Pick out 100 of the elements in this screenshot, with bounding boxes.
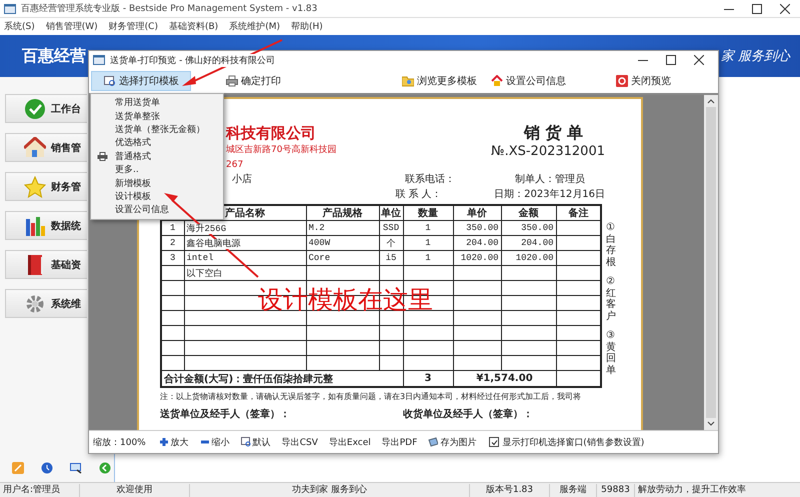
status-text: 用户名:管理员 [0,484,80,496]
menu-item[interactable]: 送货单整张 [91,109,223,123]
toolbar-button[interactable]: 缩小 [196,432,234,452]
search-icon [104,75,116,87]
status-text: 功夫到家 服务到心 [190,484,470,496]
printer-icon [97,152,108,161]
status-text: 解放劳动力，提升工作效率 [637,484,747,496]
table-cell: 以下空白 [186,268,222,278]
column-header: 产品规格 [306,205,379,220]
table-cell: intel [186,253,214,263]
window-title: 百惠经营管理系统专业版 - Bestside Pro Management System - v1.83 [21,2,318,15]
table-cell: 1 [425,253,431,263]
table-cell: 204.00 [466,238,498,248]
table-cell: 1 [170,223,176,233]
contact-label: 联 系 人： [395,188,443,200]
signature-label: 收货单位及经手人（签章）： [403,407,533,421]
menu-item[interactable]: 基础资料(B) [168,20,218,33]
toolbar-button[interactable]: 默认 [236,432,275,452]
menu-item[interactable]: 销售管理(W) [46,20,98,33]
scroll-up-icon[interactable] [707,98,715,104]
maximize-icon[interactable] [666,55,676,65]
menu-item[interactable]: 送货单（整张无金额） [91,122,223,136]
menu-item[interactable]: 更多.. [91,162,223,176]
menu-item[interactable]: 帮助(H) [290,20,323,33]
sidebar-button[interactable]: 工作台 [5,94,87,123]
back-icon[interactable] [99,462,111,474]
table-cell: SSD [382,223,400,233]
checkmark-icon [490,438,498,446]
table-cell: 1020.00 [460,253,498,263]
document-number: №.XS-202312001 [491,143,605,159]
menu-item[interactable]: 新增模板 [91,176,223,190]
menu-item[interactable]: 常用送货单 [91,96,223,110]
printer-dialog-checkbox[interactable]: 显示打印机选择窗口(销售参数设置) [489,436,644,448]
toolbar-button[interactable]: 设置公司信息 [486,71,571,91]
checkbox[interactable] [489,437,500,447]
toolbar-button[interactable]: 导出CSV [278,432,322,452]
scroll-thumb[interactable] [706,107,716,418]
table-cell: 2 [170,238,176,248]
table-cell: M.2 [308,223,325,233]
sidebar-button[interactable]: 财务管 [5,172,87,201]
table-cell: 3 [170,253,176,263]
table-cell: 204.00 [521,238,554,248]
toolbar-button[interactable]: 关闭预览 [611,71,676,91]
company-address: 城区吉新路70号高新科技园 [226,144,336,156]
company-phone: 267 [226,160,244,170]
column-header: 单价 [453,205,501,220]
close-icon[interactable] [694,55,704,65]
date-label: 日期：2023年12月16日 [494,188,605,200]
maximize-icon[interactable] [752,4,762,14]
copy-label: ②红客户 [606,276,616,322]
table-cell: 海升256G [186,224,226,234]
toolbar-button[interactable]: 导出Excel [324,432,375,452]
table-cell: Core [308,253,330,263]
column-header: 单位 [379,205,403,220]
table-cell: 1 [425,223,431,233]
scrollbar[interactable] [704,95,718,430]
scroll-down-icon[interactable] [707,421,715,427]
table-cell: 350.00 [521,223,554,233]
note-text: 注：以上货物请核对数量，请确认无误后签字，如有质量问题，请在3日内通知本司，材料经过任何形式加工后，我司将 [160,391,582,402]
menu-item[interactable]: 设计模板 [91,190,223,204]
sidebar-button[interactable]: 数据统 [5,211,87,240]
bar-chart-icon [24,214,46,236]
menu-item[interactable]: 普通格式 [91,150,223,163]
column-header: 备注 [556,205,601,220]
total-label: 合计金额(大写)：壹仟伍佰柒拾肆元整 [161,370,403,387]
table-cell: 1 [425,238,431,248]
toolbar-button[interactable]: 存为图片 [424,432,480,452]
toolbar-button[interactable]: 确定打印 [221,71,286,91]
gear-icon [24,292,46,314]
sidebar-button[interactable]: 基础资 [5,250,87,279]
checkbox-label: 显示打印机选择窗口(销售参数设置) [502,436,644,448]
toolbar-button[interactable]: 浏览更多模板 [397,71,482,91]
sidebar-button[interactable]: 销售管 [5,133,87,162]
menu-item[interactable]: 系统维护(M) [229,20,280,33]
printer-icon [226,75,238,87]
window-title: 送货单-打印预览 - 佛山好的科技有限公司 [110,54,276,66]
app-name: 百惠经营 [22,46,86,66]
template-button[interactable]: 选择打印模板 [91,71,191,91]
menu-item[interactable]: 系统(S) [4,20,35,33]
status-text: 版本号1.83 [470,484,550,496]
toolbar-button[interactable]: 导出PDF [378,432,422,452]
table-cell: 1020.00 [516,253,554,263]
copy-label: ①白存根 [606,222,616,268]
column-header: 金额 [501,205,556,220]
toolbar-button[interactable]: 放大 [154,432,193,452]
plus-icon [158,437,169,447]
menu-item[interactable]: 财务管理(C) [108,20,158,33]
company-name: 科技有限公司 [226,124,316,142]
status-text: 59883 [597,484,635,496]
menu-item[interactable]: 优选格式 [91,136,223,150]
monitor-icon[interactable] [70,462,82,474]
table-cell: i5 [386,253,396,263]
sidebar-button[interactable]: 系统维 [5,289,87,318]
status-text: 欢迎使用 [80,484,190,496]
copy-label: ③黄回单 [606,330,616,376]
close-icon[interactable] [780,4,790,14]
customer-name: 小店 [232,172,253,186]
clock-icon[interactable] [41,462,53,474]
app-icon [4,4,16,14]
house-icon [24,136,46,158]
